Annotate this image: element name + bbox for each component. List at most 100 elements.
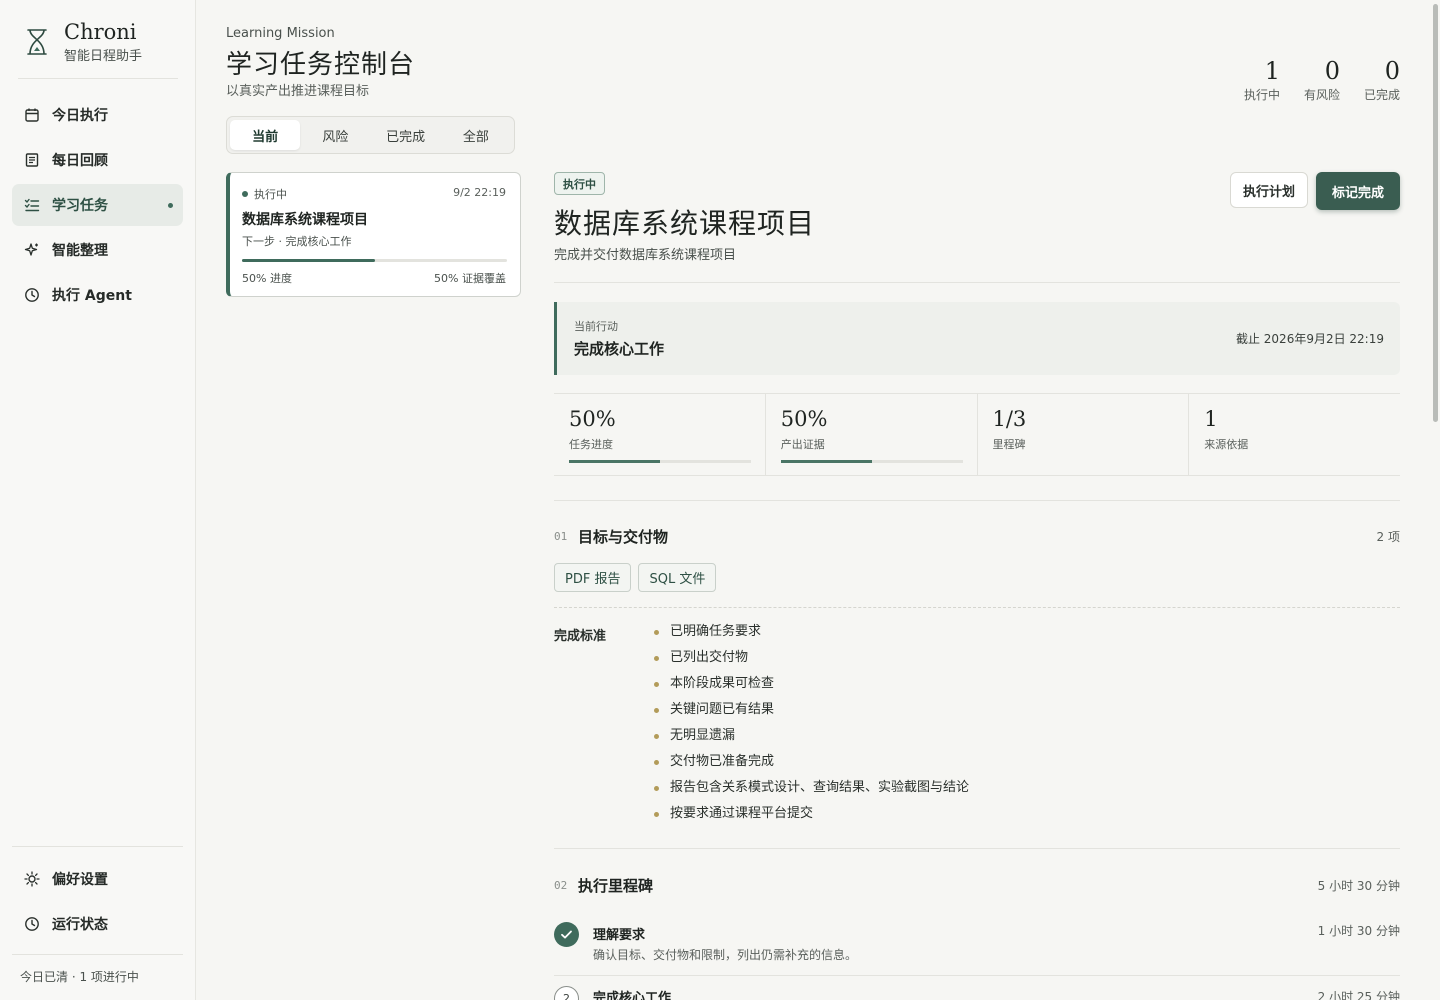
mission-subtitle: 完成并交付数据库系统课程项目 xyxy=(554,248,737,263)
mission-card-progress-bar xyxy=(242,259,507,262)
mission-card-status: 执行中 xyxy=(242,186,287,202)
section-count: 2 项 xyxy=(1376,530,1400,544)
mission-card-next-step: 下一步 · 完成核心工作 xyxy=(242,235,352,248)
daily-status-text: 今日已清 · 1 项进行中 xyxy=(20,970,139,984)
stat-value: 50% xyxy=(780,407,828,431)
milestone-item[interactable]: 2 完成核心工作 2 小时 25 分钟 xyxy=(554,986,1400,1000)
checklist-icon xyxy=(24,197,40,213)
hourglass-logo-icon xyxy=(27,29,47,55)
stat-label: 里程碑 xyxy=(992,438,1026,451)
bullet xyxy=(654,682,659,687)
bullet xyxy=(654,656,659,661)
sidebar-item-smart-organize[interactable]: 智能整理 xyxy=(12,229,183,271)
criteria-text: 已列出交付物 xyxy=(670,650,749,665)
mission-card-title: 数据库系统课程项目 xyxy=(242,212,368,228)
mission-card-evidence-label: 50% 证据覆盖 xyxy=(434,272,506,285)
sun-gear-icon xyxy=(24,871,40,887)
mission-card-progress-label: 50% 进度 xyxy=(242,272,292,285)
milestone-title: 完成核心工作 xyxy=(593,991,672,1000)
stat-sources: 1 来源依据 xyxy=(1189,394,1400,475)
divider xyxy=(12,846,183,847)
tab-risk[interactable]: 风险 xyxy=(300,120,370,150)
sidebar: Chroni 智能日程助手 今日执行 每日回顾 学习任务 智能整理 执行 Age… xyxy=(0,0,196,1000)
status-text: 执行中 xyxy=(254,188,287,201)
sidebar-item-label: 每日回顾 xyxy=(52,153,108,169)
bullet xyxy=(654,708,659,713)
tab-all[interactable]: 全部 xyxy=(441,120,511,150)
list-item: 无明显遗漏 xyxy=(654,726,969,752)
sidebar-item-today[interactable]: 今日执行 xyxy=(12,94,183,136)
list-item: 按要求通过课程平台提交 xyxy=(654,804,969,830)
deliverable-chip[interactable]: SQL 文件 xyxy=(638,563,717,592)
criteria-text: 按要求通过课程平台提交 xyxy=(670,806,814,821)
milestone-item[interactable]: 理解要求 确认目标、交付物和限制，列出仍需补充的信息。 1 小时 30 分钟 xyxy=(554,922,1400,976)
progress-fill xyxy=(242,259,375,262)
milestones-total-time: 5 小时 30 分钟 xyxy=(1317,879,1400,893)
sidebar-item-preferences[interactable]: 偏好设置 xyxy=(12,858,183,900)
stat-milestones: 1/3 里程碑 xyxy=(978,394,1190,475)
criteria-text: 无明显遗漏 xyxy=(670,728,736,743)
list-item: 已列出交付物 xyxy=(654,648,969,674)
section-title-milestones: 执行里程碑 xyxy=(578,877,654,895)
milestone-duration: 2 小时 25 分钟 xyxy=(1317,990,1400,1000)
mark-complete-button[interactable]: 标记完成 xyxy=(1316,172,1400,210)
active-indicator-dot xyxy=(168,203,173,208)
divider xyxy=(554,848,1400,849)
criteria-label: 完成标准 xyxy=(554,629,607,644)
sidebar-item-review[interactable]: 每日回顾 xyxy=(12,139,183,181)
dashed-divider xyxy=(554,607,1400,608)
sidebar-item-label: 执行 Agent xyxy=(52,288,132,304)
calendar-icon xyxy=(24,107,40,123)
progress-fill xyxy=(569,460,660,463)
stat-progress-bar xyxy=(569,460,751,463)
counter-label: 执行中 xyxy=(1243,88,1280,102)
mission-card[interactable]: 执行中 9/2 22:19 数据库系统课程项目 下一步 · 完成核心工作 50%… xyxy=(226,172,521,297)
section-number: 01 xyxy=(554,530,568,543)
divider xyxy=(18,78,178,79)
counter-value: 0 xyxy=(1384,57,1400,85)
stat-value: 1/3 xyxy=(992,407,1027,431)
scrollbar[interactable] xyxy=(1433,4,1438,422)
counter-label: 已完成 xyxy=(1363,88,1400,102)
list-item: 报告包含关系模式设计、查询结果、实验截图与结论 xyxy=(654,778,969,804)
brand[interactable]: Chroni 智能日程助手 xyxy=(24,20,142,64)
current-action-value: 完成核心工作 xyxy=(574,340,665,358)
tab-completed[interactable]: 已完成 xyxy=(371,120,441,150)
current-action-due: 截止 2026年9月2日 22:19 xyxy=(1235,332,1384,346)
list-item: 关键问题已有结果 xyxy=(654,700,969,726)
clock-icon xyxy=(24,287,40,303)
divider xyxy=(554,500,1400,501)
sparkle-icon xyxy=(24,242,40,258)
sidebar-item-agent[interactable]: 执行 Agent xyxy=(12,274,183,316)
page-title: 学习任务控制台 xyxy=(226,50,416,80)
clock-icon xyxy=(24,916,40,932)
bullet xyxy=(654,760,659,765)
milestone-title: 理解要求 xyxy=(593,928,646,943)
tab-current[interactable]: 当前 xyxy=(230,120,301,150)
main-nav: 今日执行 每日回顾 学习任务 智能整理 执行 Agent xyxy=(12,94,183,319)
counter-value: 0 xyxy=(1324,57,1340,85)
execution-plan-button[interactable]: 执行计划 xyxy=(1230,172,1308,208)
deliverable-chips: PDF 报告 SQL 文件 xyxy=(554,563,723,592)
progress-fill xyxy=(780,460,872,463)
list-item: 交付物已准备完成 xyxy=(654,752,969,778)
counter-label: 有风险 xyxy=(1303,88,1340,102)
status-dot xyxy=(242,191,248,197)
milestone-done-indicator xyxy=(554,922,579,947)
stat-evidence: 50% 产出证据 xyxy=(766,394,978,475)
check-icon xyxy=(561,930,572,939)
bullet xyxy=(654,786,659,791)
sidebar-item-run-status[interactable]: 运行状态 xyxy=(12,903,183,945)
stat-value: 1 xyxy=(1204,407,1218,431)
current-action-label: 当前行动 xyxy=(574,320,618,333)
page-subtitle: 以真实产出推进课程目标 xyxy=(226,84,370,99)
deliverable-chip[interactable]: PDF 报告 xyxy=(554,563,632,592)
sidebar-item-learning-tasks[interactable]: 学习任务 xyxy=(12,184,183,226)
mission-filter-tabs: 当前 风险 已完成 全部 xyxy=(226,116,515,154)
divider xyxy=(554,282,1400,283)
document-icon xyxy=(24,152,40,168)
stat-label: 来源依据 xyxy=(1204,438,1249,451)
counter-completed: 0 已完成 xyxy=(1340,58,1400,103)
page-kicker: Learning Mission xyxy=(226,26,335,41)
mission-title: 数据库系统课程项目 xyxy=(554,207,816,240)
